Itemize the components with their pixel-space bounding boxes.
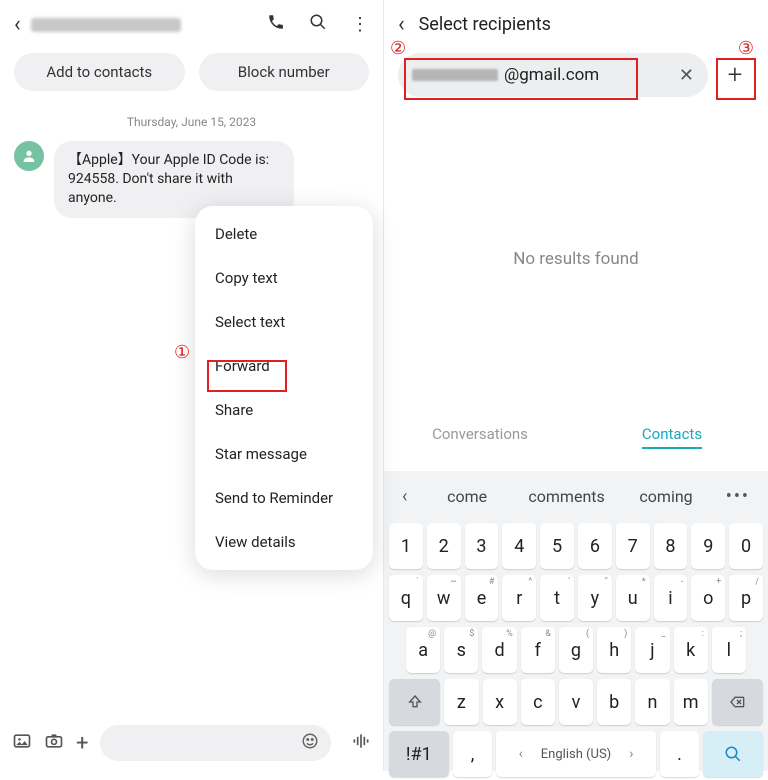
key-8[interactable]: 8 <box>654 523 688 569</box>
suggestion-2[interactable]: comments <box>517 481 616 512</box>
search-key[interactable] <box>703 731 763 777</box>
annotation-1: ① <box>174 342 190 363</box>
key-d[interactable]: d% <box>482 627 516 673</box>
backspace-key[interactable] <box>712 679 763 725</box>
period-key[interactable]: . <box>660 731 700 777</box>
space-key[interactable]: ‹ English (US) › <box>496 731 655 777</box>
suggestion-1[interactable]: come <box>417 481 516 512</box>
suggestion-back-icon[interactable]: ‹ <box>392 482 417 511</box>
voice-icon[interactable] <box>351 731 371 756</box>
recipient-input[interactable]: @gmail.com ✕ <box>398 53 708 97</box>
key-x[interactable]: x <box>483 679 517 725</box>
key-l[interactable]: l; <box>712 627 746 673</box>
key-m[interactable]: m <box>674 679 708 725</box>
key-1[interactable]: 1 <box>389 523 423 569</box>
menu-share[interactable]: Share <box>195 388 373 432</box>
camera-icon[interactable] <box>44 731 64 756</box>
key-g[interactable]: g( <box>559 627 593 673</box>
key-u[interactable]: u* <box>616 575 650 621</box>
key-v[interactable]: v <box>559 679 593 725</box>
plus-icon[interactable]: + <box>76 731 88 756</box>
comma-key[interactable]: , <box>453 731 493 777</box>
key-4[interactable]: 4 <box>502 523 536 569</box>
add-recipient-button[interactable]: + <box>716 56 754 94</box>
suggestion-3[interactable]: coming <box>616 481 715 512</box>
menu-star-message[interactable]: Star message <box>195 432 373 476</box>
page-title: Select recipients <box>419 14 551 35</box>
menu-send-to-reminder[interactable]: Send to Reminder <box>195 476 373 520</box>
key-j[interactable]: j_ <box>635 627 669 673</box>
key-z[interactable]: z <box>444 679 478 725</box>
key-h[interactable]: h) <box>597 627 631 673</box>
key-q[interactable]: q` <box>389 575 423 621</box>
key-f[interactable]: f& <box>521 627 555 673</box>
menu-copy-text[interactable]: Copy text <box>195 256 373 300</box>
key-b[interactable]: b <box>597 679 631 725</box>
no-results-label: No results found <box>384 249 768 269</box>
avatar <box>14 141 44 171</box>
add-to-contacts-button[interactable]: Add to contacts <box>14 53 185 91</box>
back-button[interactable]: ‹ <box>14 12 21 37</box>
key-k[interactable]: k: <box>674 627 708 673</box>
key-a[interactable]: a@ <box>406 627 440 673</box>
key-0[interactable]: 0 <box>729 523 763 569</box>
key-i[interactable]: i- <box>654 575 688 621</box>
back-button[interactable]: ‹ <box>398 12 405 37</box>
key-7[interactable]: 7 <box>616 523 650 569</box>
key-t[interactable]: t' <box>540 575 574 621</box>
suggestion-more-icon[interactable]: ••• <box>716 482 760 511</box>
key-3[interactable]: 3 <box>465 523 499 569</box>
menu-delete[interactable]: Delete <box>195 212 373 256</box>
key-9[interactable]: 9 <box>691 523 725 569</box>
symbols-key[interactable]: !#1 <box>389 731 449 777</box>
clear-icon[interactable]: ✕ <box>679 65 694 86</box>
menu-forward[interactable]: Forward <box>195 344 373 388</box>
keyboard: ‹ come comments coming ••• 1234567890 q`… <box>384 471 768 771</box>
shift-key[interactable] <box>389 679 440 725</box>
tab-contacts[interactable]: Contacts <box>576 413 768 461</box>
message-input[interactable] <box>100 725 331 761</box>
more-icon[interactable]: ⋮ <box>351 14 369 35</box>
key-o[interactable]: o+ <box>691 575 725 621</box>
key-r[interactable]: r^ <box>502 575 536 621</box>
key-s[interactable]: s$ <box>444 627 478 673</box>
key-e[interactable]: e# <box>465 575 499 621</box>
key-y[interactable]: y" <box>578 575 612 621</box>
search-icon[interactable] <box>309 13 327 36</box>
date-label: Thursday, June 15, 2023 <box>0 115 383 129</box>
phone-icon[interactable] <box>267 13 285 36</box>
key-c[interactable]: c <box>521 679 555 725</box>
email-local-redacted <box>412 69 498 81</box>
menu-view-details[interactable]: View details <box>195 520 373 564</box>
key-6[interactable]: 6 <box>578 523 612 569</box>
key-2[interactable]: 2 <box>427 523 461 569</box>
tab-conversations[interactable]: Conversations <box>384 413 576 461</box>
block-number-button[interactable]: Block number <box>199 53 370 91</box>
emoji-icon[interactable] <box>301 732 319 755</box>
gallery-icon[interactable] <box>12 731 32 756</box>
email-domain: @gmail.com <box>504 65 599 85</box>
key-w[interactable]: w~ <box>427 575 461 621</box>
key-5[interactable]: 5 <box>540 523 574 569</box>
key-p[interactable]: p/ <box>729 575 763 621</box>
menu-select-text[interactable]: Select text <box>195 300 373 344</box>
context-menu: Delete Copy text Select text Forward Sha… <box>195 206 373 570</box>
contact-name-redacted <box>31 18 181 32</box>
key-n[interactable]: n <box>635 679 669 725</box>
keyboard-language: English (US) <box>541 747 611 762</box>
